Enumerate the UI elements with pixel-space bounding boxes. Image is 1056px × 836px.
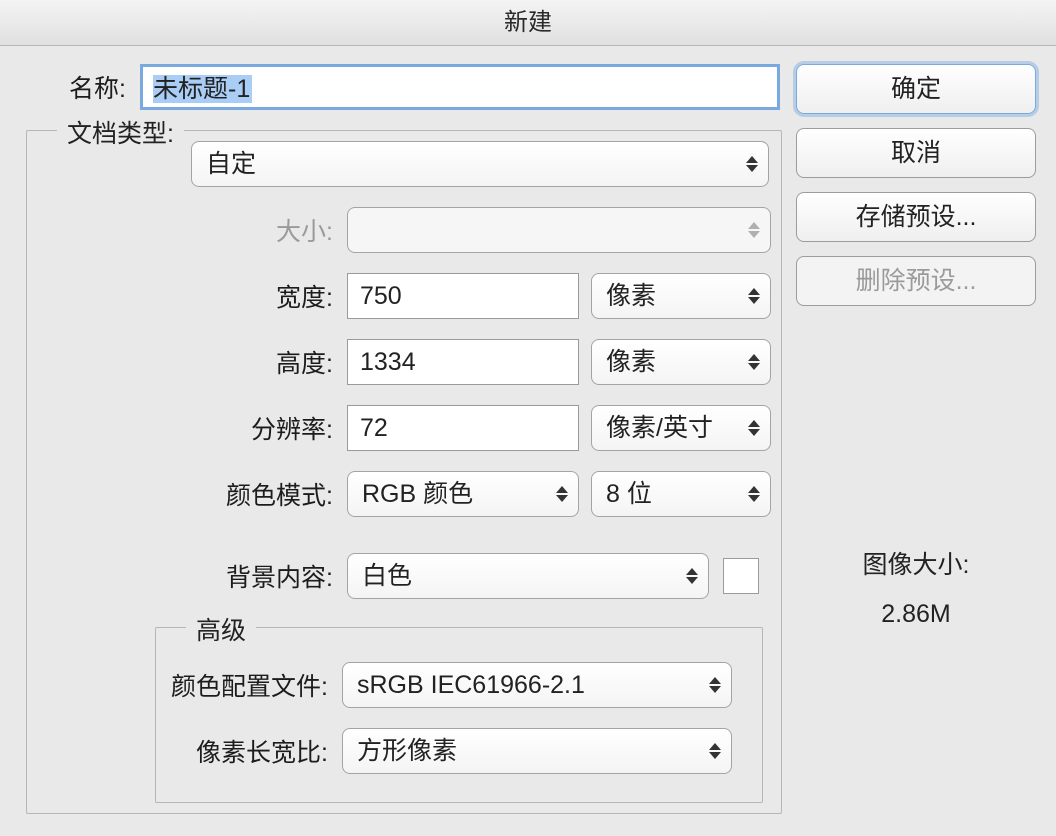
name-input-text: 未标题-1 xyxy=(153,75,252,103)
width-unit-value: 像素 xyxy=(606,282,656,310)
label-colormode: 颜色模式: xyxy=(37,476,347,512)
chevron-updown-icon xyxy=(748,222,764,238)
dialog-title: 新建 xyxy=(0,0,1056,46)
row-colormode: 颜色模式: RGB 颜色 8 位 xyxy=(37,471,771,517)
main-fieldset: 文档类型: 自定 大小: 宽度: xyxy=(26,130,782,814)
doctype-dropdown[interactable]: 自定 xyxy=(191,141,769,187)
row-resolution: 分辨率: 72 像素/英寸 xyxy=(37,405,771,451)
resolution-input[interactable]: 72 xyxy=(347,405,579,451)
advanced-fieldset: 高级 颜色配置文件: sRGB IEC61966-2.1 像素长宽比: 方形像素 xyxy=(155,627,763,803)
chevron-updown-icon xyxy=(748,486,764,502)
image-size-info: 图像大小: 2.86M xyxy=(796,544,1036,635)
chevron-updown-icon xyxy=(746,156,762,172)
label-height: 高度: xyxy=(37,344,347,380)
bgcontent-swatch[interactable] xyxy=(723,558,759,594)
row-height: 高度: 1334 像素 xyxy=(37,339,771,385)
bgcontent-dropdown[interactable]: 白色 xyxy=(347,553,709,599)
label-name: 名称: xyxy=(20,69,140,105)
cancel-button[interactable]: 取消 xyxy=(796,128,1036,178)
imagesize-value: 2.86M xyxy=(796,593,1036,636)
aspect-dropdown[interactable]: 方形像素 xyxy=(342,728,732,774)
chevron-updown-icon xyxy=(709,743,725,759)
profile-dropdown[interactable]: sRGB IEC61966-2.1 xyxy=(342,662,732,708)
doctype-value: 自定 xyxy=(206,150,256,178)
colormode-dropdown[interactable]: RGB 颜色 xyxy=(347,471,579,517)
label-profile: 颜色配置文件: xyxy=(166,667,342,703)
label-size: 大小: xyxy=(37,212,347,248)
row-profile: 颜色配置文件: sRGB IEC61966-2.1 xyxy=(166,662,752,708)
bgcontent-value: 白色 xyxy=(362,562,412,590)
delete-preset-button: 删除预设... xyxy=(796,256,1036,306)
name-input[interactable]: 未标题-1 xyxy=(140,64,780,110)
resolution-unit-dropdown[interactable]: 像素/英寸 xyxy=(591,405,771,451)
width-input[interactable]: 750 xyxy=(347,273,579,319)
width-unit-dropdown[interactable]: 像素 xyxy=(591,273,771,319)
left-panel: 名称: 未标题-1 文档类型: 自定 大小: xyxy=(20,64,796,814)
profile-value: sRGB IEC61966-2.1 xyxy=(357,671,585,699)
chevron-updown-icon xyxy=(748,354,764,370)
row-name: 名称: 未标题-1 xyxy=(20,64,796,110)
resolution-unit-value: 像素/英寸 xyxy=(606,414,713,442)
label-bgcontent: 背景内容: xyxy=(37,558,347,594)
size-dropdown xyxy=(347,207,771,253)
height-input[interactable]: 1334 xyxy=(347,339,579,385)
row-size: 大小: xyxy=(37,207,771,253)
label-doctype: 文档类型: xyxy=(57,114,184,150)
label-resolution: 分辨率: xyxy=(37,410,347,446)
row-width: 宽度: 750 像素 xyxy=(37,273,771,319)
bitdepth-dropdown[interactable]: 8 位 xyxy=(591,471,771,517)
chevron-updown-icon xyxy=(709,677,725,693)
row-aspect: 像素长宽比: 方形像素 xyxy=(166,728,752,774)
new-document-dialog: 新建 名称: 未标题-1 文档类型: 自定 大小: xyxy=(0,0,1056,836)
label-advanced: 高级 xyxy=(186,611,256,647)
label-aspect: 像素长宽比: xyxy=(166,733,342,769)
dialog-content: 名称: 未标题-1 文档类型: 自定 大小: xyxy=(0,46,1056,834)
colormode-value: RGB 颜色 xyxy=(362,480,473,508)
label-width: 宽度: xyxy=(37,278,347,314)
ok-button[interactable]: 确定 xyxy=(796,64,1036,114)
chevron-updown-icon xyxy=(686,568,702,584)
height-unit-dropdown[interactable]: 像素 xyxy=(591,339,771,385)
chevron-updown-icon xyxy=(748,420,764,436)
bitdepth-value: 8 位 xyxy=(606,480,652,508)
label-imagesize: 图像大小: xyxy=(796,544,1036,587)
chevron-updown-icon xyxy=(556,486,572,502)
right-panel: 确定 取消 存储预设... 删除预设... 图像大小: 2.86M xyxy=(796,64,1036,635)
aspect-value: 方形像素 xyxy=(357,737,457,765)
chevron-updown-icon xyxy=(748,288,764,304)
height-unit-value: 像素 xyxy=(606,348,656,376)
save-preset-button[interactable]: 存储预设... xyxy=(796,192,1036,242)
row-bgcontent: 背景内容: 白色 xyxy=(37,553,771,599)
